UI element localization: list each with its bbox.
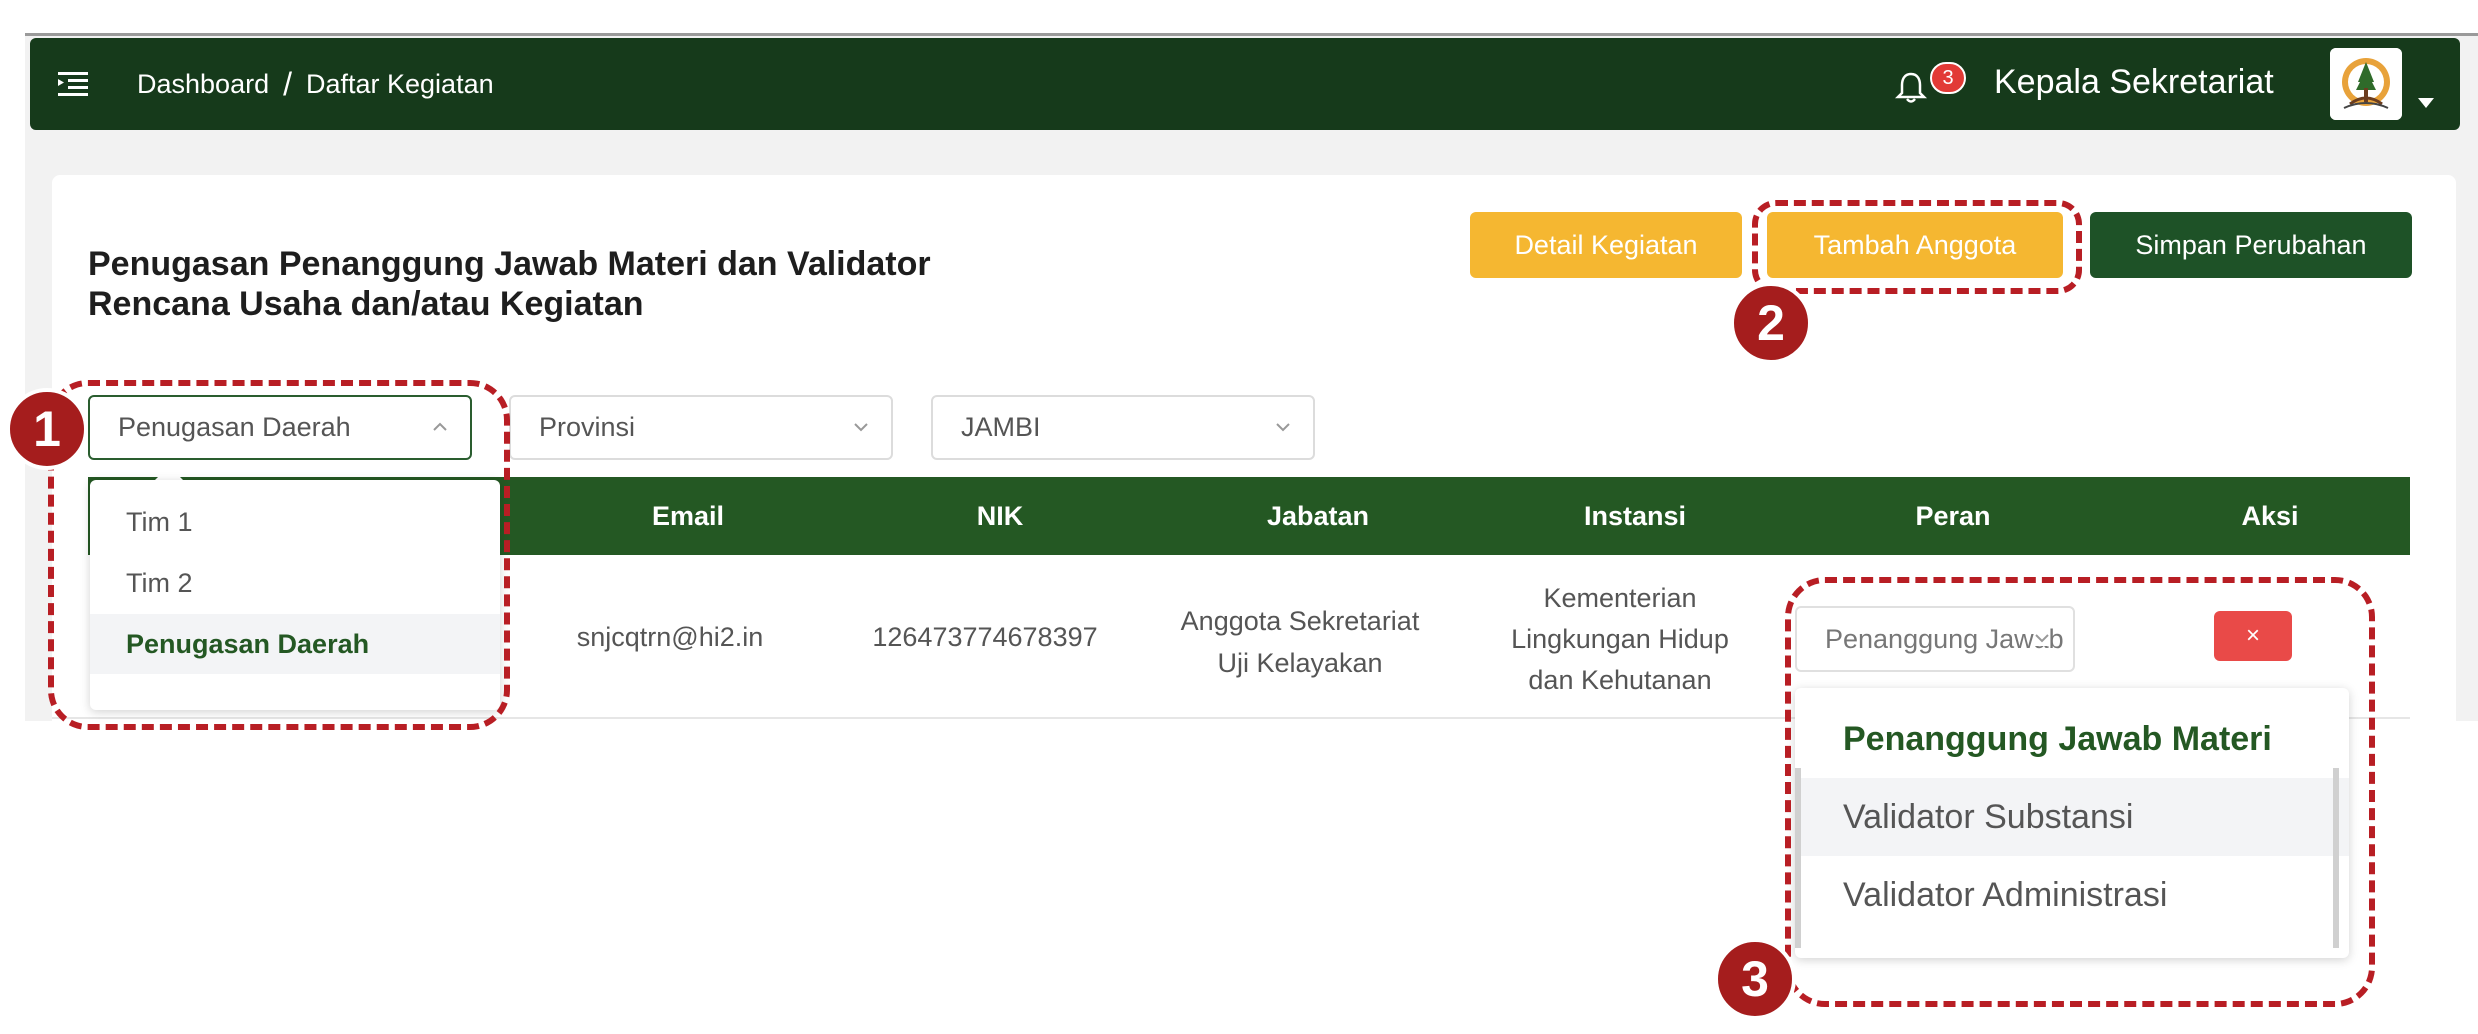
bell-icon[interactable] bbox=[1894, 70, 1928, 104]
menu-icon[interactable] bbox=[58, 70, 88, 96]
annotation-marker-2: 2 bbox=[1730, 282, 1812, 364]
cell-jabatan: Anggota Sekretariat Uji Kelayakan bbox=[1150, 600, 1450, 684]
column-instansi: Instansi bbox=[1583, 501, 1687, 531]
chevron-down-icon bbox=[1276, 423, 1290, 432]
page-title: Penugasan Penanggung Jawab Materi dan Va… bbox=[88, 244, 1188, 324]
breadcrumb-dashboard[interactable]: Dashboard bbox=[137, 69, 269, 100]
cell-jabatan-line2: Uji Kelayakan bbox=[1217, 648, 1383, 678]
annotation-highlight-3 bbox=[1785, 577, 2375, 1007]
annotation-marker-3: 3 bbox=[1714, 938, 1796, 1020]
user-menu-caret-icon[interactable] bbox=[2418, 98, 2434, 108]
cell-jabatan-line1: Anggota Sekretariat bbox=[1180, 606, 1420, 636]
column-jabatan: Jabatan bbox=[1266, 501, 1370, 531]
page-title-line2: Rencana Usaha dan/atau Kegiatan bbox=[88, 285, 644, 323]
cell-instansi: Kementerian Lingkungan Hidup dan Kehutan… bbox=[1470, 578, 1770, 701]
cell-instansi-line1: Kementerian bbox=[1543, 583, 1697, 613]
user-name[interactable]: Kepala Sekretariat bbox=[1994, 63, 2274, 102]
annotation-highlight-1 bbox=[48, 380, 510, 730]
column-aksi: Aksi bbox=[2241, 501, 2299, 531]
cell-nik: 126473774678397 bbox=[872, 622, 1098, 652]
breadcrumb-separator: / bbox=[283, 66, 292, 102]
column-email: Email bbox=[651, 501, 725, 531]
cell-instansi-line2: Lingkungan Hidup bbox=[1511, 624, 1729, 654]
chevron-down-icon bbox=[854, 423, 868, 432]
breadcrumb: Dashboard / Daftar Kegiatan bbox=[137, 66, 494, 103]
breadcrumb-daftar-kegiatan[interactable]: Daftar Kegiatan bbox=[306, 69, 494, 100]
detail-kegiatan-button[interactable]: Detail Kegiatan bbox=[1470, 212, 1742, 278]
province-select-placeholder: Provinsi bbox=[539, 412, 636, 442]
page-title-line1: Penugasan Penanggung Jawab Materi dan Va… bbox=[88, 245, 931, 283]
column-peran: Peran bbox=[1915, 501, 1991, 531]
region-select[interactable]: JAMBI bbox=[931, 395, 1315, 460]
simpan-perubahan-button[interactable]: Simpan Perubahan bbox=[2090, 212, 2412, 278]
avatar[interactable] bbox=[2330, 48, 2402, 120]
cell-instansi-line3: dan Kehutanan bbox=[1528, 665, 1712, 695]
cell-email: snjcqtrn@hi2.in bbox=[576, 622, 764, 652]
notification-badge: 3 bbox=[1930, 62, 1966, 94]
region-select-value: JAMBI bbox=[961, 412, 1041, 442]
annotation-highlight-2 bbox=[1752, 200, 2082, 294]
annotation-marker-1: 1 bbox=[6, 388, 88, 470]
province-select[interactable]: Provinsi bbox=[509, 395, 893, 460]
logo-emblem-icon bbox=[2330, 48, 2402, 120]
column-nik: NIK bbox=[976, 501, 1024, 531]
